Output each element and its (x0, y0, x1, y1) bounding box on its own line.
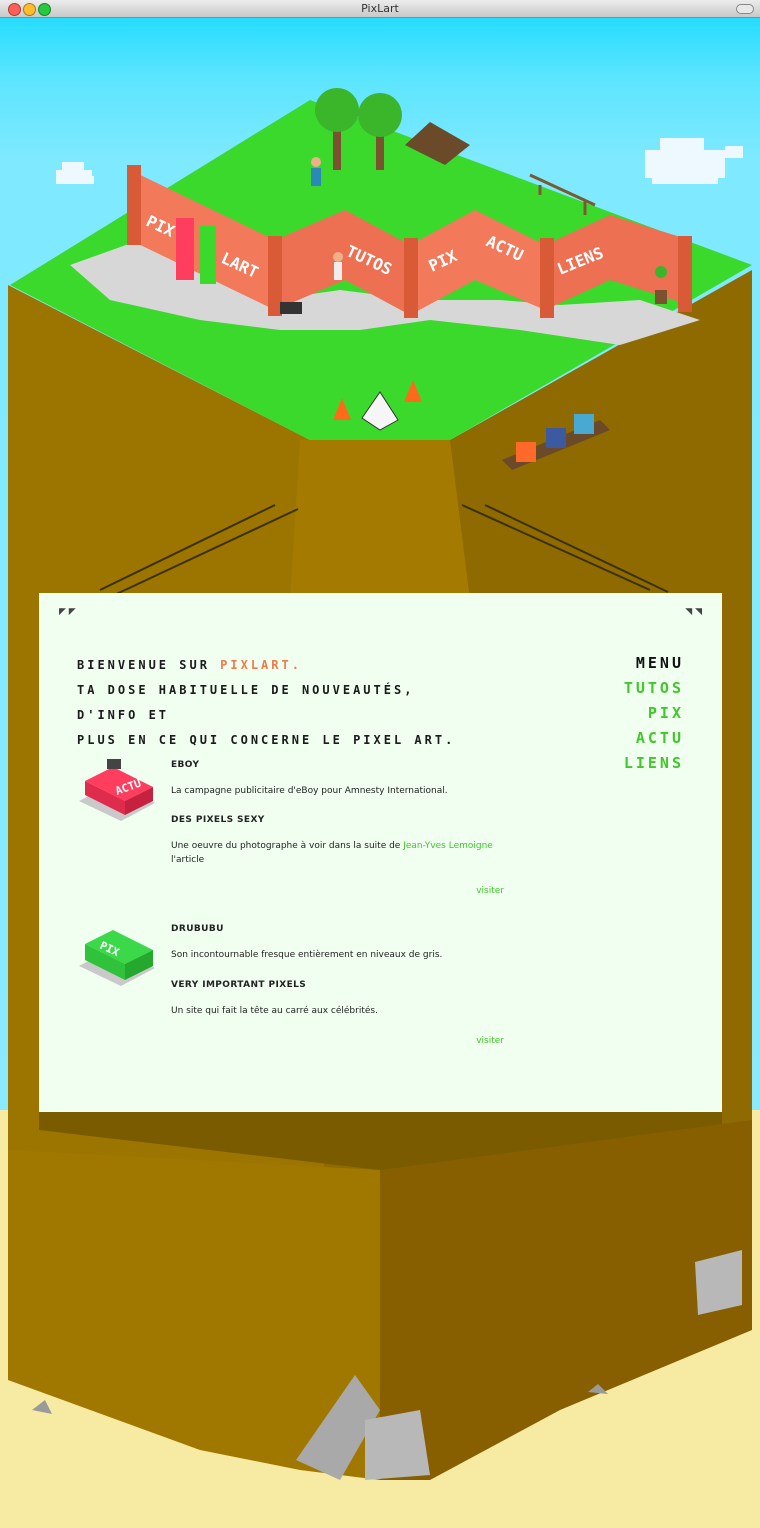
menu-item-liens[interactable]: LIENS (624, 751, 684, 776)
pix-van-thumbnail: PIX (79, 930, 155, 986)
article-text: La campagne publicitaire d'eBoy pour Amn… (171, 786, 448, 796)
dirt-lower-right (380, 1120, 752, 1480)
menu-item-actu[interactable]: ACTU (624, 726, 684, 751)
cloud-right (645, 138, 743, 184)
intro-line-2: Ta dose habituelle de nouveautés, d'info… (77, 683, 415, 722)
dirt-front-ridge (290, 440, 470, 600)
corner-flag-top-right: ◥ ◥ (685, 607, 702, 617)
intro-prefix: Bienvenue sur (77, 658, 210, 672)
cloud-left (56, 162, 94, 184)
main-menu: Menu TUTOS PIX ACTU LIENS (624, 651, 684, 776)
menu-item-tutos[interactable]: TUTOS (624, 676, 684, 701)
visit-link[interactable]: visiter (476, 886, 504, 896)
article-title: DRUBUBU (171, 924, 224, 934)
article-text: Une oeuvre du photographe à voir dans la… (171, 839, 506, 867)
visit-link[interactable]: visiter (476, 1036, 504, 1046)
actu-van-thumbnail: ACTU (79, 759, 155, 821)
article-text-before: Une oeuvre du photographe à voir dans la… (171, 841, 401, 851)
article-author-link[interactable]: Jean-Yves Lemoigne (403, 841, 493, 851)
article-text: Un site qui fait la tête au carré aux cé… (171, 1006, 378, 1016)
article-drububu: DRUBUBU Son incontournable fresque entiè… (171, 924, 506, 962)
corner-flag-top-left: ◤ ◤ (59, 607, 76, 617)
article-very-important-pixels: VERY IMPORTANT PIXELS Un site qui fait l… (171, 980, 506, 1018)
article-text: Son incontournable fresque entièrement e… (171, 950, 443, 960)
menu-title: Menu (635, 654, 684, 672)
article-des-pixels-sexy: DES PIXELS SEXY Une oeuvre du photograph… (171, 815, 506, 867)
article-eboy: EBOY La campagne publicitaire d'eBoy pou… (171, 760, 506, 798)
brand-name: PixLart. (220, 658, 302, 672)
boombox (280, 302, 302, 314)
article-title: VERY IMPORTANT PIXELS (171, 980, 307, 990)
article-text-after: l'article (171, 855, 205, 865)
menu-item-pix[interactable]: PIX (624, 701, 684, 726)
article-title: EBOY (171, 760, 200, 770)
content-panel: ◤ ◤ ◥ ◥ Bienvenue sur PixLart. Ta dose h… (39, 593, 722, 1112)
welcome-intro: Bienvenue sur PixLart. Ta dose habituell… (77, 653, 457, 753)
intro-line-3: plus en ce qui concerne le pixel art. (77, 733, 456, 747)
article-title: DES PIXELS SEXY (171, 815, 265, 825)
